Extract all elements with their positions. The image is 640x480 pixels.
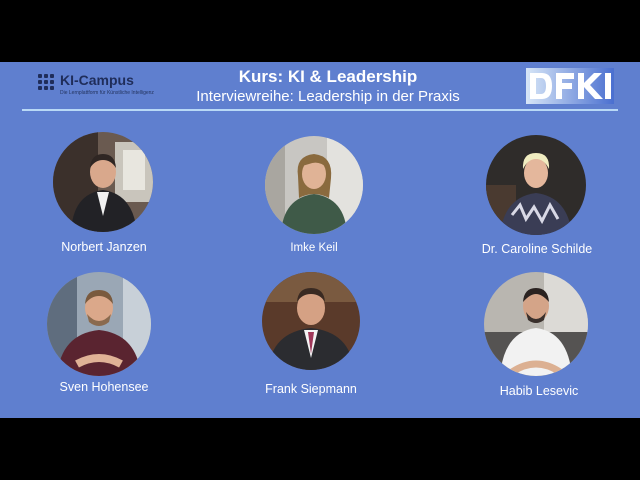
header-divider: [22, 109, 618, 111]
person-name: Norbert Janzen: [61, 240, 147, 254]
portrait-sven-hohensee: [47, 272, 151, 376]
person-name: Frank Siepmann: [265, 382, 357, 396]
portrait-norbert-janzen: [53, 132, 153, 232]
person-name: Sven Hohensee: [59, 380, 149, 394]
dfki-logo: [526, 68, 614, 104]
person-name: Habib Lesevic: [499, 384, 579, 398]
portrait-habib-lesevic: [484, 272, 588, 376]
portrait-caroline-schilde: [486, 135, 586, 235]
person-name: Dr. Caroline Schilde: [481, 242, 593, 256]
portrait-frank-siepmann: [262, 272, 360, 370]
person-name: Imke Keil: [290, 242, 338, 254]
slide: KI-Campus Die Lernplattform für Künstlic…: [0, 62, 640, 418]
portrait-imke-keil: [265, 136, 363, 234]
